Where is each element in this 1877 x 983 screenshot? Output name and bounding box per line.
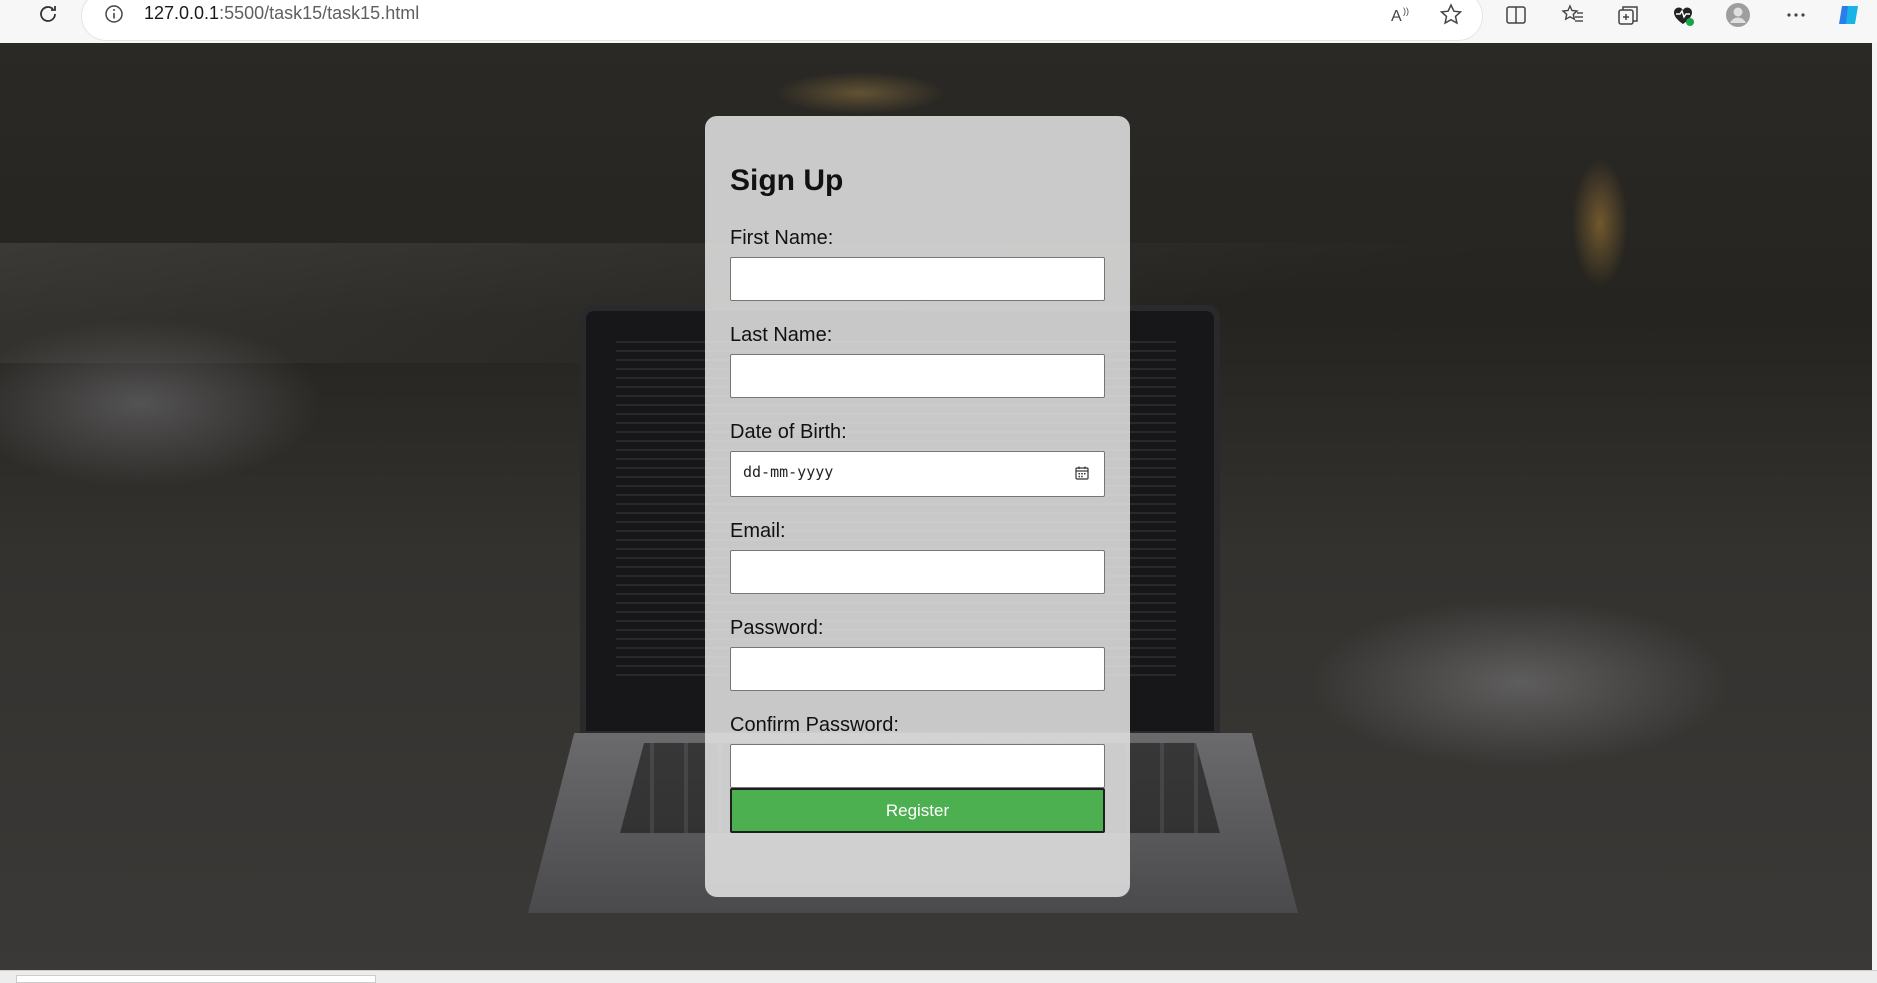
calendar-icon[interactable] (1074, 465, 1090, 481)
password-input[interactable] (730, 647, 1105, 691)
last-name-input[interactable] (730, 354, 1105, 398)
signup-form: Sign Up First Name: Last Name: Date of B… (705, 116, 1130, 897)
bottom-scrollbar[interactable] (16, 975, 376, 983)
svg-text:A: A (1391, 8, 1402, 25)
page-viewport: Sign Up First Name: Last Name: Date of B… (0, 43, 1872, 970)
confirm-password-input[interactable] (730, 744, 1105, 788)
svg-text:)): )) (1403, 6, 1409, 16)
register-button[interactable]: Register (730, 788, 1105, 833)
last-name-label: Last Name: (730, 324, 833, 346)
date-placeholder: dd-mm-yyyy (743, 463, 834, 481)
more-options-icon[interactable] (1783, 2, 1809, 28)
email-input[interactable] (730, 550, 1105, 594)
url-host: 127.0.0.1 (144, 3, 220, 23)
date-of-birth-label: Date of Birth: (730, 421, 847, 443)
first-name-input[interactable] (730, 257, 1105, 301)
favorites-icon[interactable] (1560, 2, 1586, 28)
collections-icon[interactable] (1615, 2, 1641, 28)
first-name-label: First Name: (730, 227, 834, 249)
password-label: Password: (730, 617, 824, 639)
browser-essentials-icon[interactable] (1670, 2, 1696, 28)
copilot-icon[interactable] (1836, 2, 1862, 28)
email-label: Email: (730, 520, 786, 542)
date-of-birth-input[interactable]: dd-mm-yyyy (730, 451, 1105, 497)
confirm-password-label: Confirm Password: (730, 714, 899, 736)
read-aloud-icon[interactable]: A)) (1388, 2, 1414, 28)
split-screen-icon[interactable] (1503, 2, 1529, 28)
reload-icon[interactable] (36, 2, 60, 26)
form-title: Sign Up (730, 164, 844, 197)
profile-icon[interactable] (1725, 2, 1751, 28)
favorite-star-icon[interactable] (1438, 2, 1464, 28)
url-path: :5500/task15/task15.html (219, 3, 420, 23)
url-text[interactable]: 127.0.0.1:5500/task15/task15.html (144, 3, 419, 24)
browser-toolbar: 127.0.0.1:5500/task15/task15.html A)) (0, 0, 1877, 43)
site-info-icon[interactable] (104, 4, 124, 24)
